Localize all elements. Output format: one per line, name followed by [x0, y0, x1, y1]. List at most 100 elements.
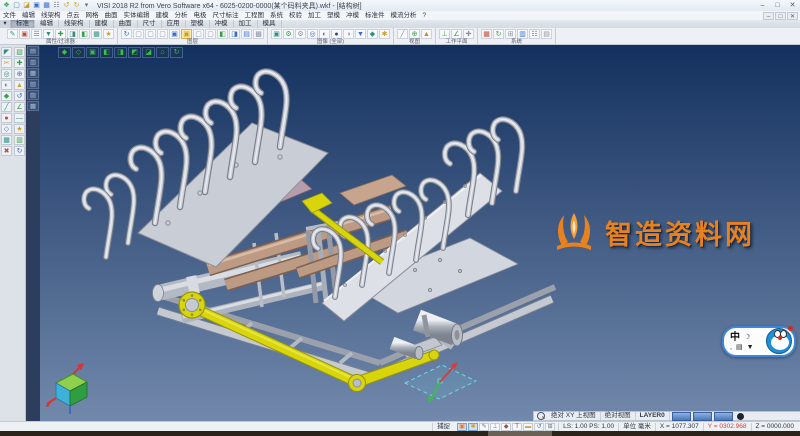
ime-comma-icon[interactable]: , [730, 344, 732, 351]
dash-icon[interactable]: — [14, 113, 25, 123]
attributes-icon[interactable]: ✎ [7, 29, 18, 39]
ime-moon-icon[interactable]: ☽ [744, 334, 750, 341]
diamond-solid-icon[interactable]: ◆ [1, 91, 12, 101]
palette-icon[interactable]: ▦ [481, 29, 492, 39]
menu-系统[interactable]: 系统 [267, 11, 286, 20]
redo-arc-icon[interactable]: ↻ [14, 146, 25, 156]
workplane-select-icon[interactable]: ⊥ [439, 29, 450, 39]
dock-tab-3-icon[interactable]: ▦ [27, 68, 39, 78]
layer-off-icon[interactable]: ◨ [229, 29, 240, 39]
dock-tab-1-icon[interactable]: ▤ [27, 46, 39, 56]
status-layer-button-2[interactable] [693, 412, 712, 421]
open-file-icon[interactable]: ◪ [22, 1, 31, 10]
status-coord-mode[interactable]: 绝对视图 [601, 412, 636, 420]
save-icon[interactable]: ▣ [32, 1, 41, 10]
tab-标准[interactable]: 标准 [11, 20, 35, 28]
layer-current-icon[interactable]: ▣ [181, 29, 192, 39]
dock-tab-6-icon[interactable]: ▩ [27, 101, 39, 111]
snap-entity-button[interactable]: ⊥ [490, 423, 500, 431]
snap-solid-button[interactable]: ◆ [501, 423, 511, 431]
ime-mode-button[interactable]: 中 [730, 333, 740, 343]
section-view-icon[interactable]: ◆ [367, 29, 378, 39]
snap-grid-button[interactable]: ▣ [457, 423, 467, 431]
menu-塑模[interactable]: 塑模 [324, 11, 343, 20]
tab-尺寸[interactable]: 尺寸 [138, 20, 162, 28]
menu-点云[interactable]: 点云 [64, 11, 83, 20]
tab-加工[interactable]: 加工 [234, 20, 258, 28]
point-icon[interactable]: ● [1, 113, 12, 123]
line-icon[interactable]: ╱ [1, 102, 12, 112]
mesh-icon[interactable]: ▦ [1, 135, 12, 145]
menu-加工[interactable]: 加工 [305, 11, 324, 20]
menu-编辑[interactable]: 编辑 [19, 11, 38, 20]
status-layer-name[interactable]: LAYER0 [636, 412, 670, 420]
snap-grid2-button[interactable]: ⊞ [545, 423, 555, 431]
mdi-restore-button[interactable]: □ [775, 12, 786, 20]
recent-icon[interactable]: ↻ [493, 29, 504, 39]
light-icon[interactable]: ✱ [379, 29, 390, 39]
menu-线架构[interactable]: 线架构 [38, 11, 64, 20]
table-icon[interactable]: ▥ [14, 135, 25, 145]
menu-冲模[interactable]: 冲模 [343, 11, 362, 20]
ime-skin-icon[interactable]: ▼ [747, 344, 754, 351]
layer-box-1-icon[interactable]: ▢ [133, 29, 144, 39]
minimize-button[interactable]: – [755, 1, 770, 11]
menu-电极[interactable]: 电极 [191, 11, 210, 20]
snap-edit-button[interactable]: ✎ [479, 423, 489, 431]
undo-arc-icon[interactable]: ↺ [14, 91, 25, 101]
toolbar-options-icon[interactable]: ▾ [82, 1, 91, 10]
menu-模流分析[interactable]: 模流分析 [388, 11, 420, 20]
workplane-axis-icon[interactable]: ∠ [451, 29, 462, 39]
star-icon[interactable]: ★ [14, 124, 25, 134]
filter-icon[interactable]: ▼ [43, 29, 54, 39]
layer-box-2-icon[interactable]: ▢ [145, 29, 156, 39]
tab-曲面[interactable]: 曲面 [114, 20, 138, 28]
save-all-icon[interactable]: ▦ [42, 1, 51, 10]
tab-建模[interactable]: 建模 [90, 20, 114, 28]
layer-box-3-icon[interactable]: ▢ [157, 29, 168, 39]
status-units[interactable]: 单位 毫米 [618, 423, 655, 431]
select-by-color-icon[interactable]: ◨ [67, 29, 78, 39]
ime-keyboard-icon[interactable]: ▤ [736, 344, 743, 351]
circle-icon[interactable]: ◎ [1, 69, 12, 79]
workplane-free-icon[interactable]: ✚ [463, 29, 474, 39]
dock-tab-2-icon[interactable]: ▥ [27, 57, 39, 67]
dock-tab-5-icon[interactable]: ▨ [27, 90, 39, 100]
layer-box-5-icon[interactable]: ▢ [205, 29, 216, 39]
snap-ruler-button[interactable]: ▬ [523, 423, 533, 431]
snap-hand-button[interactable]: ✱ [468, 423, 478, 431]
settings-icon[interactable]: ▤ [541, 29, 552, 39]
menu-工程图[interactable]: 工程图 [242, 11, 268, 20]
sketch-line-icon[interactable]: ╱ [397, 29, 408, 39]
mdi-close-button[interactable]: ✕ [787, 12, 798, 20]
tab-塑模[interactable]: 塑模 [186, 20, 210, 28]
undo-icon[interactable]: ↺ [62, 1, 71, 10]
status-layer-button-1[interactable] [672, 412, 691, 421]
zoom-all-icon[interactable]: ⊕ [409, 29, 420, 39]
wireframe-mode-icon[interactable]: ◎ [307, 29, 318, 39]
new-file-icon[interactable]: ▢ [12, 1, 21, 10]
menu-网格[interactable]: 网格 [83, 11, 102, 20]
angle-icon[interactable]: ∠ [14, 102, 25, 112]
tab-冲模[interactable]: 冲模 [210, 20, 234, 28]
tab-线架构[interactable]: 线架构 [59, 20, 90, 28]
menu-标准件[interactable]: 标准件 [362, 11, 388, 20]
grid-icon[interactable]: ⊞ [505, 29, 516, 39]
layer-box-4-icon[interactable]: ▢ [193, 29, 204, 39]
layer-active-icon[interactable]: ▣ [169, 29, 180, 39]
close-button[interactable]: ✕ [785, 1, 800, 11]
library-icon[interactable]: ☷ [529, 29, 540, 39]
redo-icon[interactable]: ↻ [72, 1, 81, 10]
menu-实体编辑[interactable]: 实体编辑 [121, 11, 153, 20]
snap-text-button[interactable]: T [512, 423, 522, 431]
ime-toolbar[interactable]: 中 ☽ , ▤ ▼ [722, 326, 796, 357]
diamond-wire-icon[interactable]: ◇ [1, 124, 12, 134]
calculator-icon[interactable]: ▥ [517, 29, 528, 39]
line-style-icon[interactable]: ☰ [31, 29, 42, 39]
cone-icon[interactable]: ▲ [14, 80, 25, 90]
tab-模具[interactable]: 模具 [258, 20, 282, 28]
select-icon[interactable]: ◤ [1, 47, 12, 57]
tab-应用[interactable]: 应用 [162, 20, 186, 28]
maximize-button[interactable]: □ [770, 1, 785, 11]
status-indicator-dot[interactable] [737, 413, 744, 420]
